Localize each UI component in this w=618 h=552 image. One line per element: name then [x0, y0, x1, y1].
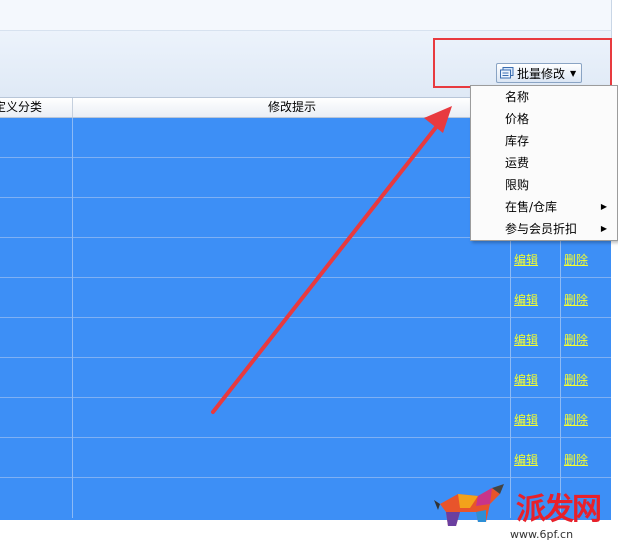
chevron-down-icon: ▼ — [570, 68, 577, 78]
table-row: 编辑 删除 — [0, 358, 611, 398]
menu-item-name[interactable]: 名称 — [471, 86, 617, 108]
watermark-site: www.6pf.cn — [510, 528, 574, 541]
menu-item-shipping[interactable]: 运费 — [471, 152, 617, 174]
batch-edit-icon — [500, 67, 514, 79]
top-panel — [0, 0, 612, 31]
table-row: 编辑 删除 — [0, 318, 611, 358]
batch-edit-menu: 名称 价格 库存 运费 限购 在售/仓库 ▶ 参与会员折扣 ▶ — [470, 85, 618, 241]
table-row: 编辑 删除 — [0, 398, 611, 438]
menu-item-price[interactable]: 价格 — [471, 108, 617, 130]
batch-edit-label: 批量修改 — [517, 66, 566, 81]
edit-link[interactable]: 编辑 — [514, 331, 538, 348]
edit-link[interactable]: 编辑 — [514, 371, 538, 388]
bull-logo-icon — [434, 484, 504, 526]
edit-link[interactable]: 编辑 — [514, 451, 538, 468]
header-edit-hint: 修改提示 — [267, 100, 316, 114]
delete-link[interactable]: 删除 — [564, 251, 588, 268]
chevron-right-icon: ▶ — [600, 224, 607, 233]
table-row: 编辑 删除 — [0, 278, 611, 318]
delete-link[interactable]: 删除 — [564, 331, 588, 348]
watermark-logo: 派发网 www.6pf.cn — [430, 482, 618, 552]
delete-link[interactable]: 删除 — [564, 411, 588, 428]
menu-item-stock[interactable]: 库存 — [471, 130, 617, 152]
edit-link[interactable]: 编辑 — [514, 251, 538, 268]
table-row: 编辑 删除 — [0, 238, 611, 278]
table-row: 编辑 删除 — [0, 438, 611, 478]
edit-link[interactable]: 编辑 — [514, 411, 538, 428]
menu-item-member-discount[interactable]: 参与会员折扣 ▶ — [471, 218, 617, 240]
menu-item-purchase-limit[interactable]: 限购 — [471, 174, 617, 196]
menu-item-on-sale-warehouse[interactable]: 在售/仓库 ▶ — [471, 196, 617, 218]
delete-link[interactable]: 删除 — [564, 291, 588, 308]
edit-link[interactable]: 编辑 — [514, 291, 538, 308]
chevron-right-icon: ▶ — [600, 202, 607, 211]
delete-link[interactable]: 删除 — [564, 371, 588, 388]
watermark-brand: 派发网 — [516, 492, 602, 527]
delete-link[interactable]: 删除 — [564, 451, 588, 468]
batch-edit-button[interactable]: 批量修改 ▼ — [496, 63, 582, 83]
header-custom-category: 定义分类 — [0, 98, 73, 117]
